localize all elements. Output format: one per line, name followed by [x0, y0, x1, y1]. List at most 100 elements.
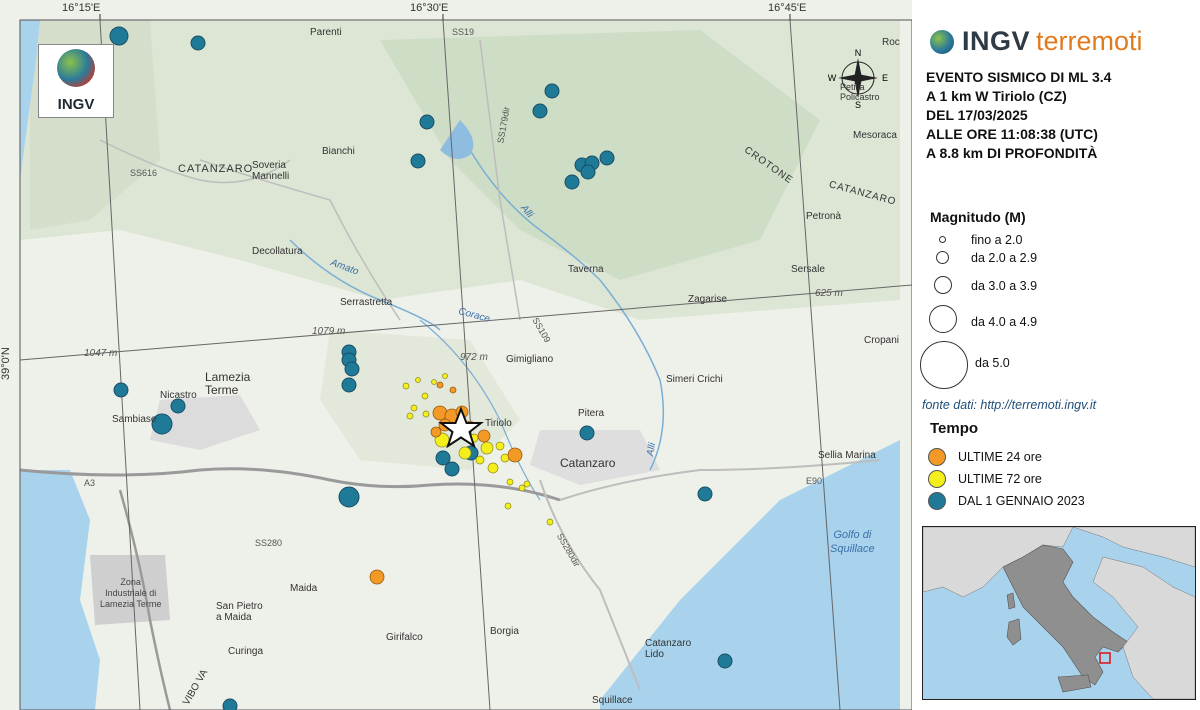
place-label: Petronà	[806, 211, 842, 222]
event-marker	[523, 480, 531, 488]
legend-dot-orange	[928, 448, 946, 466]
place-label: San Pietro a Maida	[216, 601, 263, 623]
event-marker	[717, 653, 733, 669]
event-marker	[579, 425, 595, 441]
event-marker	[532, 103, 548, 119]
place-label: Tiriolo	[485, 418, 512, 429]
event-marker	[506, 478, 514, 486]
event-marker	[222, 698, 238, 710]
elevation-label: 972 m	[460, 352, 488, 363]
place-label: Decollatura	[252, 246, 303, 257]
place-label: Pitera	[578, 408, 605, 419]
magnitude-label: da 5.0	[975, 356, 1010, 370]
logo-text: INGV	[57, 96, 95, 113]
event-marker	[422, 410, 430, 418]
data-source-link[interactable]: fonte dati: http://terremoti.ingv.it	[922, 398, 1096, 412]
place-label: Catanzaro Lido	[645, 638, 692, 660]
time-legend-row: ULTIME 24 ore	[928, 448, 1042, 466]
event-marker	[564, 174, 580, 190]
event-marker	[442, 373, 448, 379]
event-marker	[444, 461, 460, 477]
event-line: A 8.8 km DI PROFONDITÀ	[926, 145, 1098, 161]
event-line: EVENTO SISMICO DI ML 3.4	[926, 69, 1112, 85]
water-label: Golfo di Squillace	[830, 529, 875, 555]
event-marker	[430, 426, 442, 438]
magnitude-label: da 3.0 a 3.9	[971, 279, 1038, 293]
brand-name: INGV	[962, 26, 1031, 56]
compass-e: E	[882, 73, 888, 83]
place-label: Sersale	[791, 264, 825, 275]
place-label: Lamezia Terme	[205, 370, 251, 397]
place-label: CATANZARO	[178, 163, 254, 175]
place-label: Petilia Policastro	[840, 82, 880, 102]
event-marker	[449, 386, 457, 394]
brand-sub: terremoti	[1036, 26, 1143, 56]
place-label: Girifalco	[386, 632, 423, 643]
place-label: Simeri Crichi	[666, 374, 723, 385]
event-marker	[477, 429, 491, 443]
place-label: Cropani	[864, 335, 900, 346]
event-marker	[436, 381, 444, 389]
event-marker	[697, 486, 713, 502]
globe-icon	[57, 49, 95, 87]
place-label: Nicastro	[160, 390, 197, 401]
place-label: Mesoraca	[853, 130, 897, 141]
magnitude-circle	[936, 251, 949, 264]
event-marker	[475, 455, 485, 465]
event-marker	[487, 462, 499, 474]
event-marker	[480, 441, 494, 455]
event-marker	[544, 83, 560, 99]
magnitude-label: da 4.0 a 4.9	[971, 315, 1038, 329]
italy-outline	[923, 527, 1195, 699]
event-marker	[410, 404, 418, 412]
road-label: E90	[806, 476, 823, 486]
road-label: SS616	[130, 168, 158, 178]
place-label: Catanzaro	[560, 456, 616, 470]
magnitude-circle	[939, 236, 946, 243]
place-label: Gimigliano	[506, 354, 554, 365]
event-marker	[341, 377, 357, 393]
place-label: Zona Industriale di Lamezia Terme	[100, 577, 162, 609]
magnitude-circle	[929, 305, 957, 333]
place-label: Sambiase	[112, 414, 157, 425]
time-title: Tempo	[930, 420, 979, 437]
time-legend-row: DAL 1 GENNAIO 2023	[928, 492, 1085, 510]
compass-n: N	[855, 48, 862, 58]
time-legend-row: ULTIME 72 ore	[928, 470, 1042, 488]
event-marker	[546, 518, 554, 526]
place-label: Taverna	[568, 264, 604, 275]
event-marker	[421, 392, 429, 400]
event-marker	[504, 502, 512, 510]
place-label: Squillace	[592, 695, 633, 706]
place-label: Borgia	[490, 626, 519, 637]
event-marker	[458, 446, 472, 460]
lon-label-3: 16°45'E	[768, 2, 807, 14]
legend-dot-yellow	[928, 470, 946, 488]
event-marker	[431, 379, 437, 385]
road-label: SS280	[255, 538, 283, 548]
event-marker	[580, 164, 596, 180]
event-line: DEL 17/03/2025	[926, 107, 1028, 123]
place-label: Zagarise	[688, 294, 727, 305]
elevation-label: 625 m	[815, 288, 843, 299]
event-marker	[495, 441, 505, 451]
compass-w: W	[828, 73, 837, 83]
marker-layer-72h	[402, 373, 554, 526]
elevation-label: 1047 m	[84, 348, 118, 359]
event-marker	[170, 398, 186, 414]
magnitude-circle	[920, 341, 968, 389]
road-label: SS19	[452, 27, 475, 37]
place-label: Sellia Marina	[818, 450, 876, 461]
elevation-label: 1079 m	[312, 326, 346, 337]
place-label: Maida	[290, 583, 318, 594]
event-marker	[338, 486, 360, 508]
time-label: DAL 1 GENNAIO 2023	[958, 494, 1085, 508]
event-marker	[109, 26, 129, 46]
road-label: A3	[84, 478, 96, 488]
time-label: ULTIME 24 ore	[958, 450, 1042, 464]
marker-layer-24h	[369, 381, 523, 585]
italy-inset-map	[922, 526, 1196, 700]
event-marker	[369, 569, 385, 585]
event-marker	[599, 150, 615, 166]
event-marker	[402, 382, 410, 390]
